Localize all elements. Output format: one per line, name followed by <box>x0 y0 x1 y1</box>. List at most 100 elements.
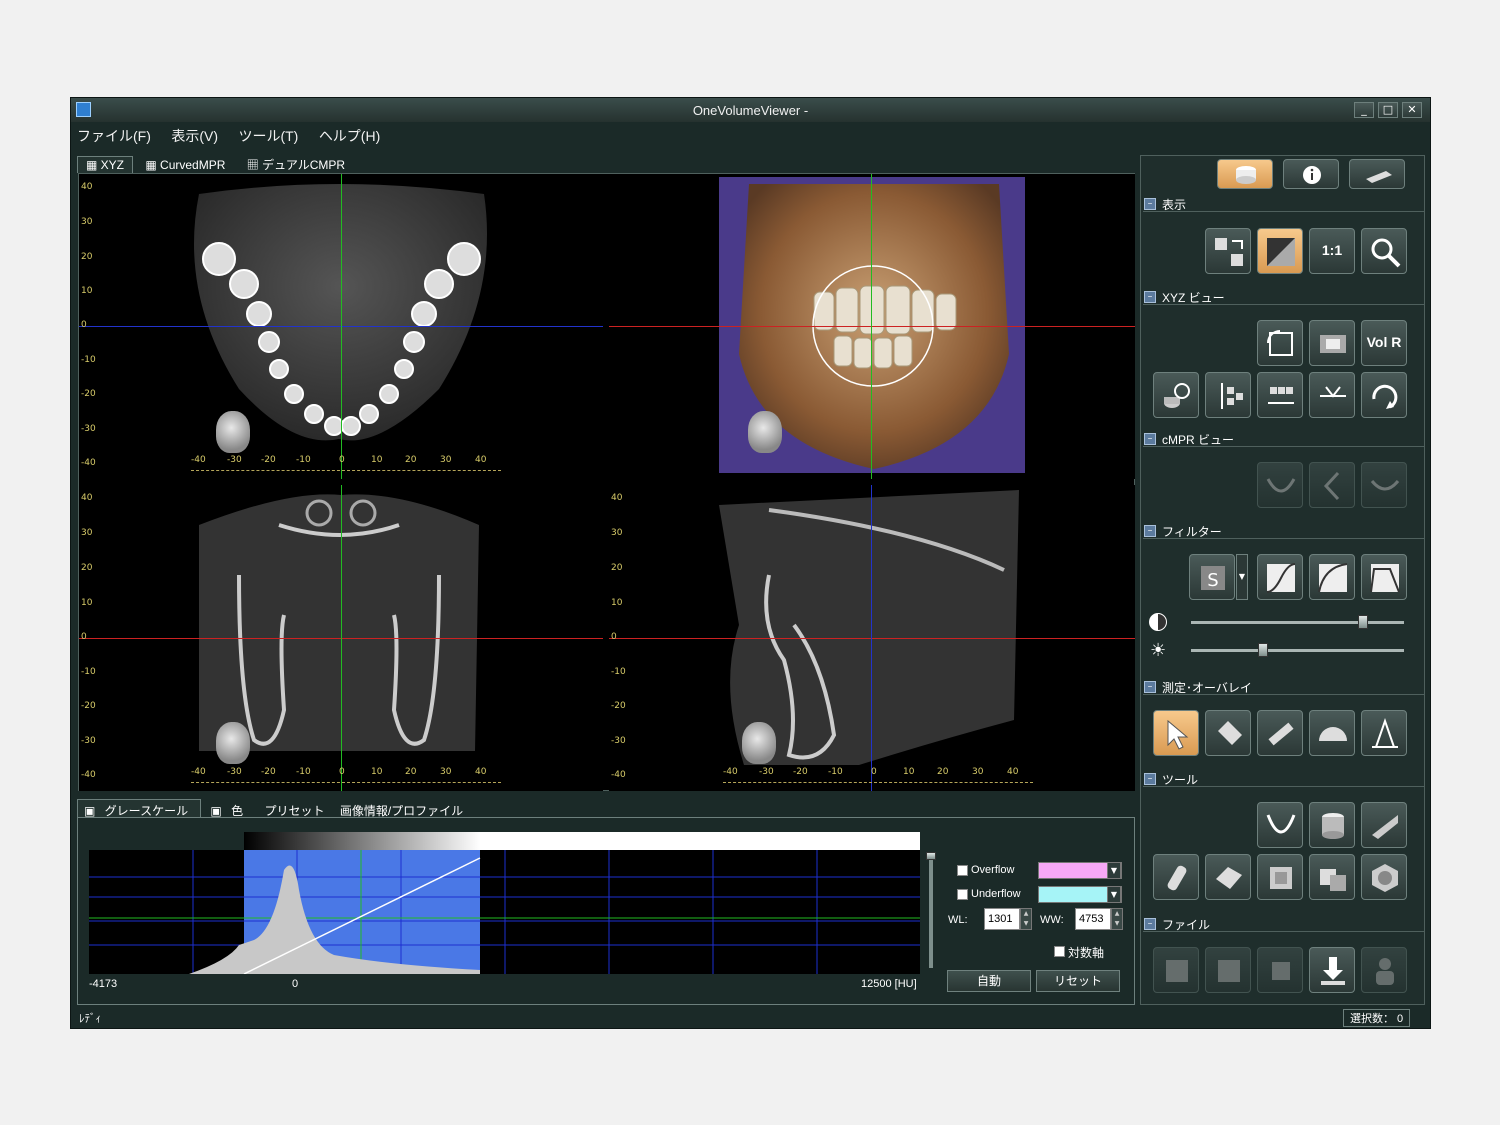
nerve-canal-button[interactable] <box>1257 802 1303 848</box>
vertical-move-button[interactable] <box>1205 372 1251 418</box>
file-merge-button[interactable] <box>1257 947 1303 993</box>
underflow-checkbox[interactable] <box>957 889 968 900</box>
overflow-color-dropdown[interactable]: ▼ <box>1107 862 1121 879</box>
close-button[interactable]: ✕ <box>1402 102 1422 118</box>
tab-dual-cmpr[interactable]: ▦ デュアルCMPR <box>238 154 354 175</box>
contrast-slider[interactable] <box>1191 621 1404 624</box>
histogram-chart[interactable] <box>89 850 920 975</box>
histogram-scroll-track[interactable] <box>929 856 933 968</box>
scanner-tab-button[interactable] <box>1349 159 1405 189</box>
contrast-slider-thumb[interactable] <box>1358 615 1368 629</box>
menu-file[interactable]: ファイル(F) <box>77 128 151 144</box>
sagittal-view[interactable]: 40 30 20 10 0 -10 -20 -30 -40 -40 -30 -2… <box>609 485 1135 791</box>
ruler-label: 10 <box>903 767 915 777</box>
coronal-view[interactable]: 40 30 20 10 0 -10 -20 -30 -40 -40 -30 -2… <box>79 485 603 791</box>
brightness-slider[interactable] <box>1191 649 1404 652</box>
info-tab-button[interactable] <box>1283 159 1339 189</box>
histogram-scroll-thumb[interactable] <box>926 852 936 860</box>
section-filter[interactable]: − フィルター <box>1143 523 1424 539</box>
sagittal-crosshair-h[interactable] <box>609 638 1135 639</box>
select-tool-button[interactable] <box>1153 710 1199 756</box>
angle-tool-button[interactable] <box>1309 710 1355 756</box>
menu-tools[interactable]: ツール(T) <box>238 128 298 144</box>
puzzle-icon <box>1272 962 1290 980</box>
sagittal-crosshair-v[interactable] <box>871 485 872 791</box>
file-save-button[interactable] <box>1309 947 1355 993</box>
auto-button[interactable]: 自動 <box>947 970 1031 992</box>
section-measure[interactable]: − 測定･オーバレイ <box>1143 679 1424 695</box>
implant-button[interactable] <box>1153 854 1199 900</box>
link-volume-button[interactable] <box>1153 372 1199 418</box>
status-selection-count: 選択数： 0 <box>1343 1009 1411 1027</box>
ww-spinner[interactable]: ▲ ▼ <box>1111 908 1123 930</box>
rotate-3d-button[interactable] <box>1361 372 1407 418</box>
cmpr-flat-button[interactable] <box>1361 462 1407 508</box>
jaw-segment-button[interactable] <box>1361 802 1407 848</box>
ruler-label: 30 <box>81 217 93 227</box>
window-title: OneVolumeViewer - <box>692 103 809 118</box>
wl-label: WL: <box>948 914 968 926</box>
curve-log-button[interactable] <box>1309 554 1355 600</box>
menu-help[interactable]: ヘルプ(H) <box>319 128 380 144</box>
volume-crosshair-v[interactable] <box>871 174 872 479</box>
section-cmpr-view[interactable]: − cMPR ビュー <box>1143 431 1424 447</box>
ruler-label: -30 <box>81 736 96 746</box>
brightness-icon: ☀ <box>1150 640 1167 661</box>
distance-tool-button[interactable] <box>1257 710 1303 756</box>
wl-spinner[interactable]: ▲ ▼ <box>1020 908 1032 930</box>
filter-dropdown[interactable]: ▼ <box>1236 554 1248 600</box>
overflow-checkbox[interactable] <box>957 865 968 876</box>
ratio-button[interactable]: 1:1 <box>1309 228 1355 274</box>
cmpr-arch-button[interactable] <box>1257 462 1303 508</box>
histogram-svg <box>89 850 920 975</box>
file-import-button[interactable] <box>1205 947 1251 993</box>
reset-button[interactable]: リセット <box>1036 970 1120 992</box>
align-button[interactable] <box>1309 372 1355 418</box>
zoom-button[interactable] <box>1361 228 1407 274</box>
axial-crosshair-v[interactable] <box>341 174 342 479</box>
wl-input[interactable]: 1301 <box>984 908 1020 930</box>
volume-crosshair-h[interactable] <box>609 326 1135 327</box>
orientation-head-icon <box>748 411 782 453</box>
coronal-crosshair-v[interactable] <box>341 485 342 791</box>
log-axis-checkbox[interactable] <box>1054 946 1065 957</box>
section-cmpr-view-label: cMPR ビュー <box>1162 433 1235 447</box>
axial-view[interactable]: 40 30 20 10 0 -10 -20 -30 -40 -40 -30 -2… <box>79 174 603 479</box>
ww-input[interactable]: 4753 <box>1075 908 1111 930</box>
horizontal-move-button[interactable] <box>1257 372 1303 418</box>
tab-curvedmpr[interactable]: ▦ CurvedMPR <box>136 156 234 174</box>
curve-plateau-button[interactable] <box>1361 554 1407 600</box>
ruler-label: 40 <box>475 455 487 465</box>
cut-volume-button[interactable] <box>1205 854 1251 900</box>
rotate-view-button[interactable] <box>1257 320 1303 366</box>
sub-volume-button[interactable] <box>1309 854 1355 900</box>
section-file[interactable]: − ファイル <box>1143 916 1424 932</box>
brightness-slider-thumb[interactable] <box>1258 643 1268 657</box>
crop-volume-button[interactable] <box>1309 802 1355 848</box>
maximize-button[interactable]: □ <box>1378 102 1398 118</box>
cube-icon <box>1270 867 1292 889</box>
curve-s-button[interactable] <box>1257 554 1303 600</box>
profile-tool-button[interactable] <box>1361 710 1407 756</box>
layout-switch-button[interactable] <box>1205 228 1251 274</box>
volume-tab-button[interactable] <box>1217 159 1273 189</box>
section-xyz-view[interactable]: − XYZ ビュー <box>1143 289 1424 305</box>
sphere-crop-button[interactable] <box>1361 854 1407 900</box>
section-display[interactable]: − 表示 <box>1143 196 1424 212</box>
slice-view-button[interactable] <box>1309 320 1355 366</box>
section-tools[interactable]: − ツール <box>1143 771 1424 787</box>
minimize-button[interactable]: _ <box>1354 102 1374 118</box>
menu-view[interactable]: 表示(V) <box>171 128 218 144</box>
cmpr-curve-button[interactable] <box>1309 462 1355 508</box>
volume-render-view[interactable] <box>609 174 1135 479</box>
sharpen-filter-button[interactable]: S <box>1189 554 1235 600</box>
eraser-tool-button[interactable] <box>1205 710 1251 756</box>
cube-button[interactable] <box>1257 854 1303 900</box>
file-open-button[interactable] <box>1153 947 1199 993</box>
ruler-label: 30 <box>81 528 93 538</box>
window-level-button[interactable] <box>1257 228 1303 274</box>
file-export-button[interactable] <box>1361 947 1407 993</box>
tab-xyz[interactable]: ▦ XYZ <box>77 156 134 173</box>
underflow-color-dropdown[interactable]: ▼ <box>1107 886 1121 903</box>
volume-render-button[interactable]: Vol R <box>1361 320 1407 366</box>
